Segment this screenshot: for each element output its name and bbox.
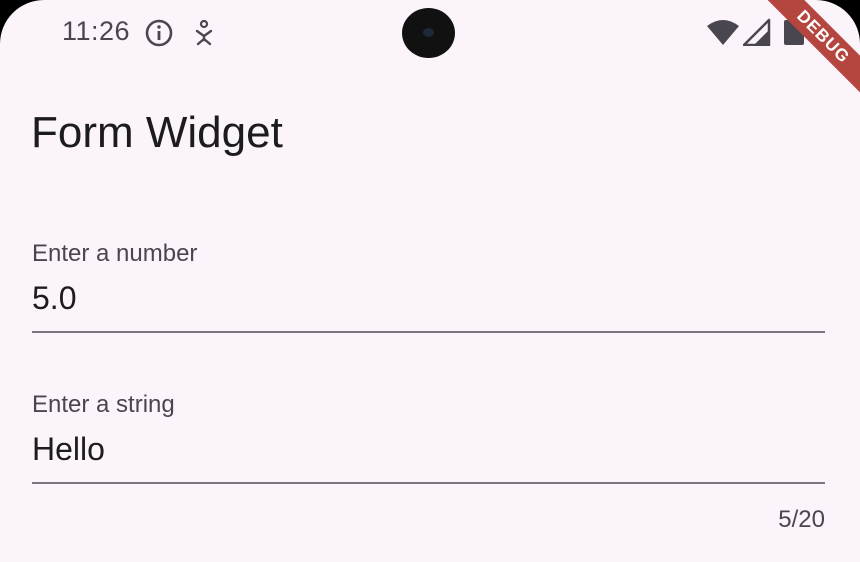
number-field-label: Enter a number [32,240,198,267]
number-input[interactable] [32,280,825,317]
number-field: Enter a number [32,240,825,333]
status-time: 11:26 [62,16,131,46]
status-bar: 11:26 [0,0,860,66]
page-title: Form Widget [31,108,283,157]
number-field-underline [32,331,825,333]
character-counter: 5/20 [778,506,825,533]
string-field-label: Enter a string [32,391,175,418]
signal-icon [743,18,771,46]
accessibility-icon [195,20,213,46]
front-camera [402,8,455,58]
string-field: Enter a string [32,391,825,484]
string-input[interactable] [32,431,825,468]
wifi-icon [707,20,739,45]
info-icon [145,19,173,47]
string-field-underline [32,482,825,484]
app-screen: 11:26 DEBUG Form Widget Enter a number 5… [0,0,860,562]
camera-lens [423,28,434,37]
